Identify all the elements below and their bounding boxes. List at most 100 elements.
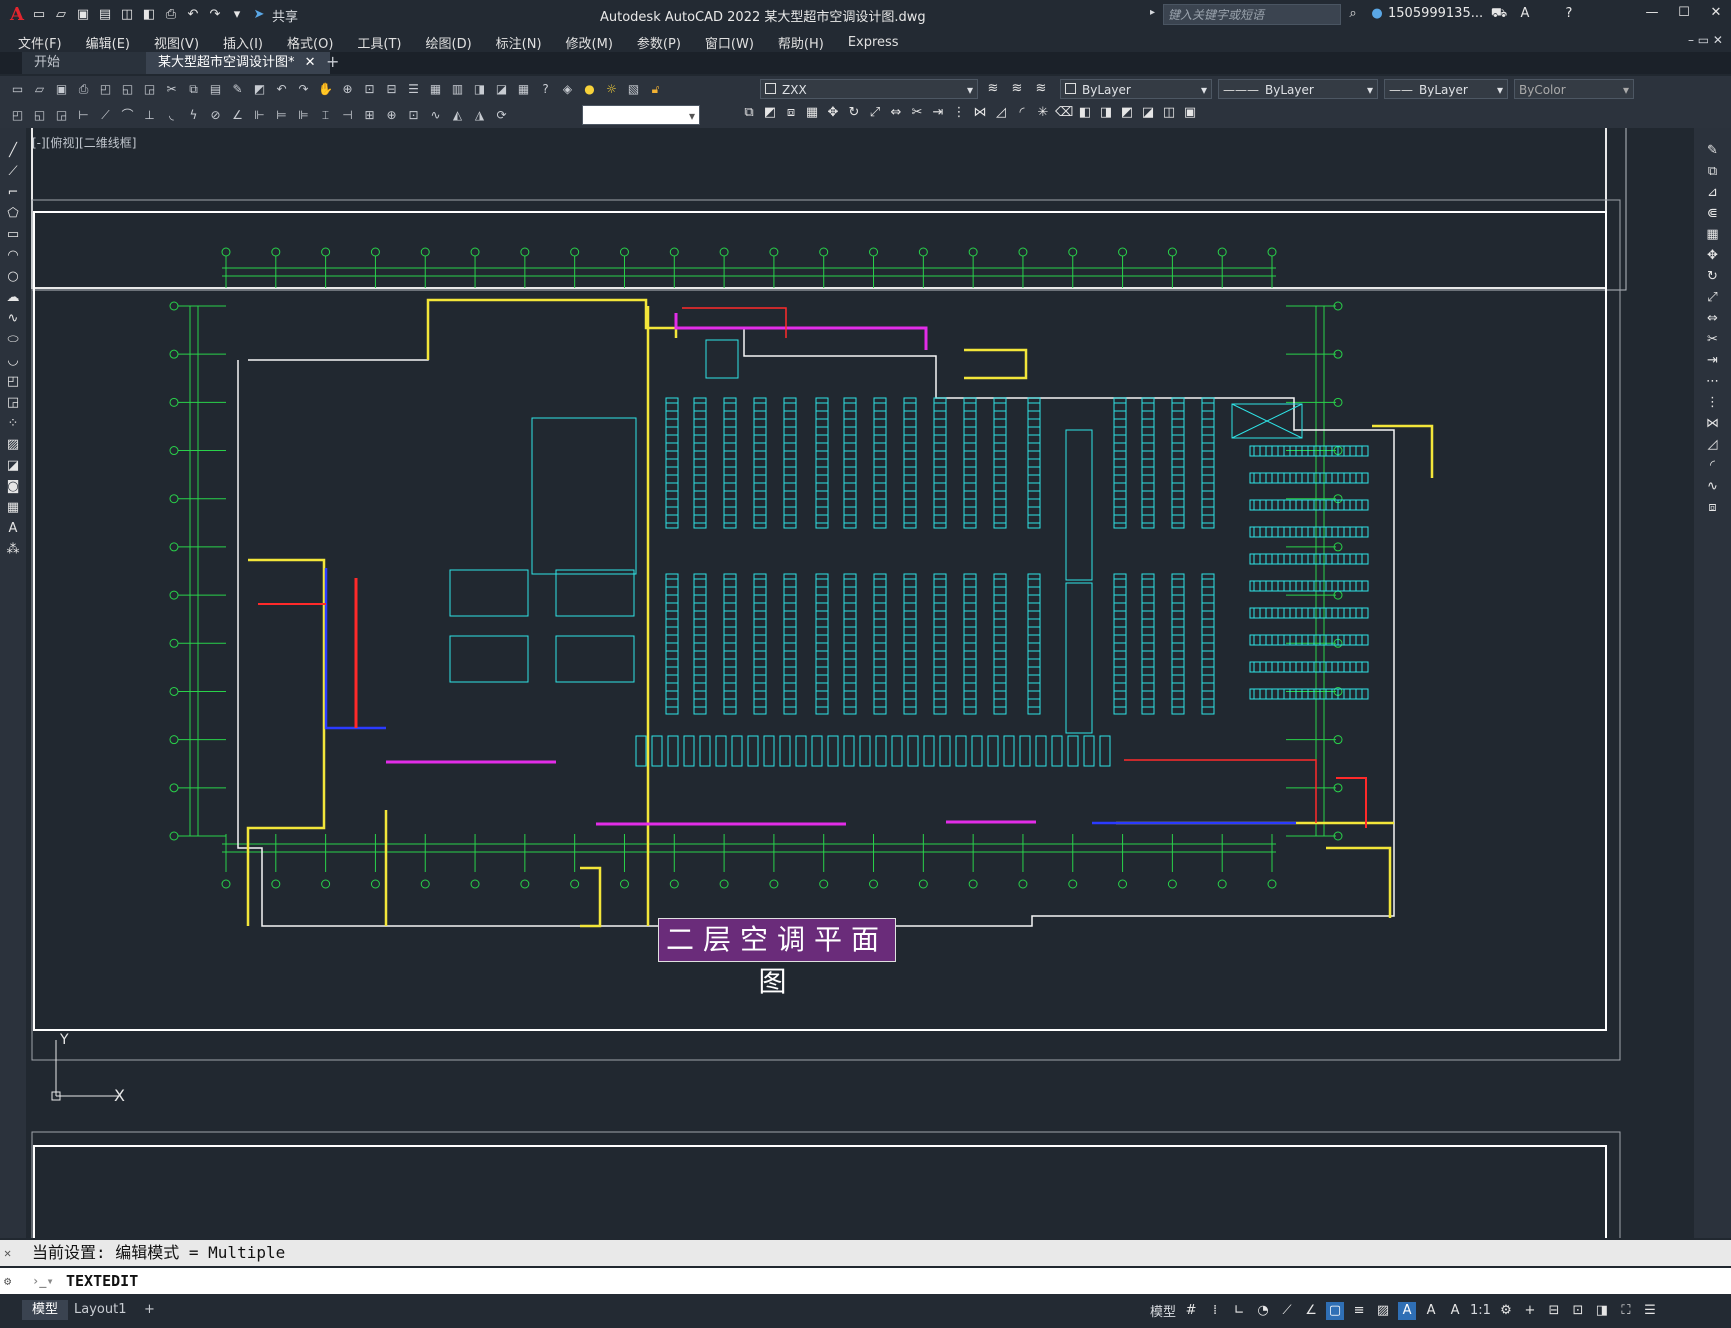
menu-dimension[interactable]: 标注(N): [484, 33, 554, 52]
design-center-icon[interactable]: ▦: [426, 80, 445, 99]
polygon-icon[interactable]: ⬠: [4, 205, 22, 223]
construction-line-icon[interactable]: ⟋: [4, 163, 22, 181]
workspace-gear-icon[interactable]: ⚙: [1497, 1302, 1515, 1320]
menu-window[interactable]: 窗口(W): [693, 33, 766, 52]
share-label[interactable]: 共享: [272, 6, 298, 25]
rotate-icon[interactable]: ↻: [845, 104, 863, 122]
tool-icon[interactable]: ◪: [1139, 104, 1157, 122]
tab-layout1[interactable]: Layout1: [64, 1300, 136, 1320]
menu-view[interactable]: 视图(V): [142, 33, 211, 52]
baseline-dim-icon[interactable]: ⊨: [272, 106, 291, 125]
customize-status-icon[interactable]: ☰: [1641, 1302, 1659, 1320]
erase-icon[interactable]: ⌫: [1055, 104, 1073, 122]
scale-icon[interactable]: ⤢: [866, 104, 884, 122]
cart-icon[interactable]: ⛟: [1490, 5, 1508, 23]
help-tb-icon[interactable]: ?: [536, 80, 555, 99]
save-as-icon[interactable]: ▤: [96, 6, 114, 24]
layer-manager-icon[interactable]: ◈: [558, 80, 577, 99]
paste-icon[interactable]: ▤: [206, 80, 225, 99]
tool-icon[interactable]: ◩: [1118, 104, 1136, 122]
chamfer-icon[interactable]: ◿: [992, 104, 1010, 122]
plotstyle-dropdown[interactable]: ByColor ▾: [1514, 79, 1634, 99]
stretch-icon[interactable]: ⇔: [887, 104, 905, 122]
menu-draw[interactable]: 绘图(D): [414, 33, 484, 52]
move-right-icon[interactable]: ✥: [1704, 247, 1722, 265]
tool-icon[interactable]: ◫: [1160, 104, 1178, 122]
chamfer-right-icon[interactable]: ◿: [1704, 436, 1722, 454]
tool-icon[interactable]: ◰: [8, 106, 27, 125]
array-right-icon[interactable]: ▦: [1704, 226, 1722, 244]
transparency-icon[interactable]: ▨: [1374, 1302, 1392, 1320]
lineweight-icon[interactable]: ≡: [1350, 1302, 1368, 1320]
command-line[interactable]: ⚙ ›_▾ TEXTEDIT: [0, 1268, 1731, 1294]
plot-icon[interactable]: ⎙: [162, 6, 180, 24]
annotation-scale-icon[interactable]: A: [1446, 1302, 1464, 1320]
mirror-right-icon[interactable]: ⊿: [1704, 184, 1722, 202]
tool-icon[interactable]: ◧: [1076, 104, 1094, 122]
tab-document[interactable]: 某大型超市空调设计图* ✕: [146, 52, 330, 74]
doc-window-controls[interactable]: – ▭ ✕: [1688, 33, 1723, 47]
cut-icon[interactable]: ✂: [162, 80, 181, 99]
explode-right-icon[interactable]: ⧈: [1704, 499, 1722, 517]
inspect-icon[interactable]: ⊡: [404, 106, 423, 125]
linetype-dropdown[interactable]: ——— ByLayer ▾: [1218, 79, 1378, 99]
lineweight-dropdown[interactable]: —— ByLayer ▾: [1384, 79, 1508, 99]
gradient-icon[interactable]: ◪: [4, 457, 22, 475]
fullscreen-icon[interactable]: ⛶: [1617, 1302, 1635, 1320]
arc-length-icon[interactable]: ⌒: [118, 106, 137, 125]
model-space-button[interactable]: 模型: [1150, 1301, 1176, 1320]
trim-right-icon[interactable]: ✂: [1704, 331, 1722, 349]
tolerance-icon[interactable]: ⊞: [360, 106, 379, 125]
minimize-icon[interactable]: —: [1643, 4, 1661, 22]
trim-icon[interactable]: ✂: [908, 104, 926, 122]
pan-icon[interactable]: ✋: [316, 80, 335, 99]
make-current-icon[interactable]: ≋: [984, 80, 1002, 98]
angular-dim-icon[interactable]: ∠: [228, 106, 247, 125]
grid-icon[interactable]: #: [1182, 1302, 1200, 1320]
snap-icon[interactable]: ⁞: [1206, 1302, 1224, 1320]
circle-icon[interactable]: ○: [4, 268, 22, 286]
object-snap-tracking-icon[interactable]: ∠: [1302, 1302, 1320, 1320]
menu-file[interactable]: 文件(F): [0, 33, 74, 52]
search-input[interactable]: 键入关键字或短语: [1163, 4, 1341, 25]
close-command-icon[interactable]: ✕: [4, 1240, 11, 1266]
spline-icon[interactable]: ∿: [4, 310, 22, 328]
continue-dim-icon[interactable]: ⊫: [294, 106, 313, 125]
zoom-window-icon[interactable]: ⊡: [360, 80, 379, 99]
undo-icon[interactable]: ↶: [184, 6, 202, 24]
menu-parametric[interactable]: 参数(P): [625, 33, 693, 52]
copy-right-icon[interactable]: ⧉: [1704, 163, 1722, 181]
zoom-realtime-icon[interactable]: ⊕: [338, 80, 357, 99]
freeze-vp-icon[interactable]: ▧: [624, 80, 643, 99]
join-icon[interactable]: ⋈: [971, 104, 989, 122]
auto-scale-icon[interactable]: A: [1422, 1302, 1440, 1320]
polyline-icon[interactable]: ⌐: [4, 184, 22, 202]
match-layer-icon[interactable]: ≋: [1008, 80, 1026, 98]
drawing-canvas[interactable]: [-][俯视][二维线框] 二层空调平面图 Y X: [26, 128, 1694, 1238]
object-snap-icon[interactable]: ▢: [1326, 1301, 1345, 1320]
menu-modify[interactable]: 修改(M): [554, 33, 625, 52]
dim-text-edit-icon[interactable]: ◮: [470, 106, 489, 125]
tool-icon[interactable]: ◱: [30, 106, 49, 125]
markup-icon[interactable]: ◪: [492, 80, 511, 99]
menu-edit[interactable]: 编辑(E): [74, 33, 142, 52]
copy-icon[interactable]: ⧉: [184, 80, 203, 99]
dim-space-icon[interactable]: ⌶: [316, 106, 335, 125]
annotation-visibility-icon[interactable]: A: [1398, 1301, 1417, 1320]
save-icon[interactable]: ▣: [74, 6, 92, 24]
offset-right-icon[interactable]: ⋐: [1704, 205, 1722, 223]
menu-tools[interactable]: 工具(T): [345, 33, 413, 52]
undo-tb-icon[interactable]: ↶: [272, 80, 291, 99]
search-icon[interactable]: ⌕: [1344, 5, 1362, 23]
share-icon[interactable]: ➤: [250, 6, 268, 24]
user-icon[interactable]: ●: [1368, 5, 1386, 23]
break-icon[interactable]: ⋮: [950, 104, 968, 122]
menu-format[interactable]: 格式(O): [275, 33, 345, 52]
array-icon[interactable]: ▦: [803, 104, 821, 122]
linear-dim-icon[interactable]: ⊢: [74, 106, 93, 125]
tool-icon[interactable]: ◨: [1097, 104, 1115, 122]
block-editor-icon[interactable]: ◩: [250, 80, 269, 99]
customize-command-icon[interactable]: ⚙: [4, 1268, 11, 1294]
sun-icon[interactable]: ☼: [602, 80, 621, 99]
zoom-previous-icon[interactable]: ⊟: [382, 80, 401, 99]
